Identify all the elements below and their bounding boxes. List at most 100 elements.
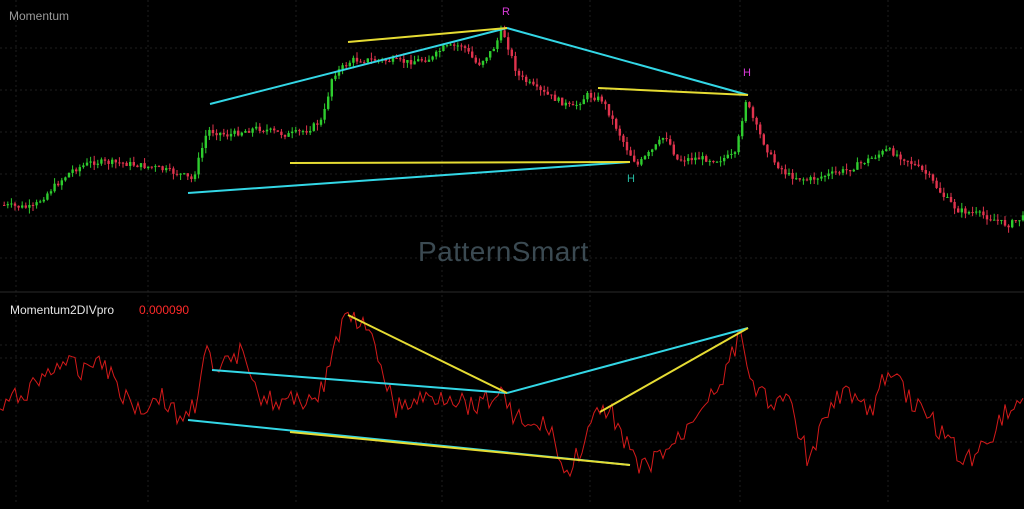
candle-body bbox=[697, 157, 701, 160]
candle-body bbox=[564, 102, 567, 106]
candle-body bbox=[395, 58, 398, 60]
candle-body bbox=[769, 152, 773, 155]
candle-body bbox=[388, 60, 391, 62]
candle-body bbox=[460, 45, 463, 47]
candle-body bbox=[913, 163, 917, 165]
candle-body bbox=[816, 178, 819, 180]
candle-body bbox=[679, 159, 683, 161]
candle-body bbox=[813, 177, 816, 180]
candle-body bbox=[759, 124, 762, 135]
candle-body bbox=[276, 130, 279, 132]
candle-body bbox=[334, 75, 337, 80]
candle-body bbox=[827, 173, 830, 177]
candle-body bbox=[1003, 219, 1007, 226]
candle-body bbox=[708, 160, 711, 162]
candle-body bbox=[406, 59, 409, 63]
candle-body bbox=[651, 149, 654, 153]
candle-body bbox=[723, 157, 726, 162]
candle-body bbox=[676, 154, 679, 160]
candle-body bbox=[13, 203, 17, 206]
candle-body bbox=[535, 84, 539, 87]
candle-body bbox=[60, 180, 63, 186]
candle-body bbox=[363, 62, 366, 64]
candle-body bbox=[899, 154, 902, 160]
candle-body bbox=[982, 211, 985, 216]
candle-body bbox=[557, 97, 560, 101]
candle-body bbox=[931, 174, 935, 181]
candle-body bbox=[71, 169, 74, 173]
candle-body bbox=[654, 144, 657, 150]
candle-body bbox=[287, 133, 290, 137]
candle-body bbox=[24, 205, 27, 208]
candle-body bbox=[49, 191, 53, 194]
candle-body bbox=[636, 161, 639, 165]
candle-body bbox=[672, 144, 675, 155]
candle-body bbox=[316, 123, 319, 125]
candle-body bbox=[496, 40, 499, 49]
candle-body bbox=[726, 154, 729, 158]
candle-body bbox=[280, 131, 283, 136]
watermark-text: PatternSmart bbox=[418, 236, 589, 267]
candle-body bbox=[435, 51, 438, 57]
candle-body bbox=[251, 128, 254, 133]
candle-body bbox=[222, 132, 225, 135]
candle-body bbox=[589, 92, 593, 98]
candle-body bbox=[730, 153, 733, 155]
candle-body bbox=[269, 128, 272, 130]
candle-body bbox=[28, 205, 31, 208]
candle-body bbox=[179, 173, 182, 175]
candle-body bbox=[348, 62, 351, 67]
candle-body bbox=[463, 46, 467, 48]
candle-body bbox=[597, 96, 600, 101]
candle-body bbox=[6, 204, 9, 206]
candle-body bbox=[514, 55, 517, 71]
candle-body bbox=[719, 161, 722, 163]
candle-body bbox=[208, 129, 211, 136]
candle-body bbox=[633, 155, 636, 162]
left-shoulder-label: H bbox=[627, 173, 635, 185]
candle-body bbox=[571, 104, 575, 106]
candle-body bbox=[193, 174, 197, 180]
candle-body bbox=[863, 163, 866, 165]
candle-body bbox=[949, 196, 953, 202]
candle-body bbox=[305, 131, 308, 133]
candle-body bbox=[733, 152, 737, 154]
candle-body bbox=[661, 138, 665, 140]
candle-body bbox=[611, 115, 614, 119]
main-panel-title: Momentum bbox=[9, 9, 70, 23]
candle-body bbox=[319, 119, 323, 125]
candle-body bbox=[712, 160, 715, 163]
candle-body bbox=[939, 187, 942, 193]
candle-body bbox=[903, 159, 906, 161]
candle-body bbox=[841, 169, 845, 173]
candle-body bbox=[543, 89, 546, 92]
candle-body bbox=[525, 76, 528, 82]
candle-body bbox=[420, 59, 423, 61]
candle-body bbox=[798, 178, 801, 180]
candle-body bbox=[125, 162, 128, 166]
candle-body bbox=[528, 81, 531, 83]
chart-workspace[interactable]: Momentum Momentum2DIVpro 0.000090 Patter… bbox=[0, 0, 1024, 504]
candle-body bbox=[157, 166, 161, 168]
candle-body bbox=[201, 147, 204, 158]
candle-body bbox=[453, 44, 456, 46]
candle-body bbox=[978, 211, 981, 213]
candle-body bbox=[852, 169, 855, 172]
pattern-line-yellow bbox=[289, 161, 631, 164]
candle-body bbox=[766, 144, 769, 153]
candle-body bbox=[701, 156, 704, 160]
candle-body bbox=[928, 173, 931, 175]
candle-body bbox=[838, 172, 841, 174]
candle-body bbox=[283, 135, 287, 137]
candle-body bbox=[960, 208, 963, 213]
candle-body bbox=[849, 170, 852, 172]
candle-body bbox=[823, 176, 827, 178]
candle-body bbox=[694, 157, 697, 161]
candle-body bbox=[870, 157, 873, 159]
candle-body bbox=[233, 130, 236, 134]
candle-body bbox=[258, 126, 261, 131]
candle-body bbox=[17, 205, 20, 208]
candle-body bbox=[89, 161, 92, 163]
candle-body bbox=[874, 157, 877, 159]
candle-body bbox=[31, 205, 35, 207]
